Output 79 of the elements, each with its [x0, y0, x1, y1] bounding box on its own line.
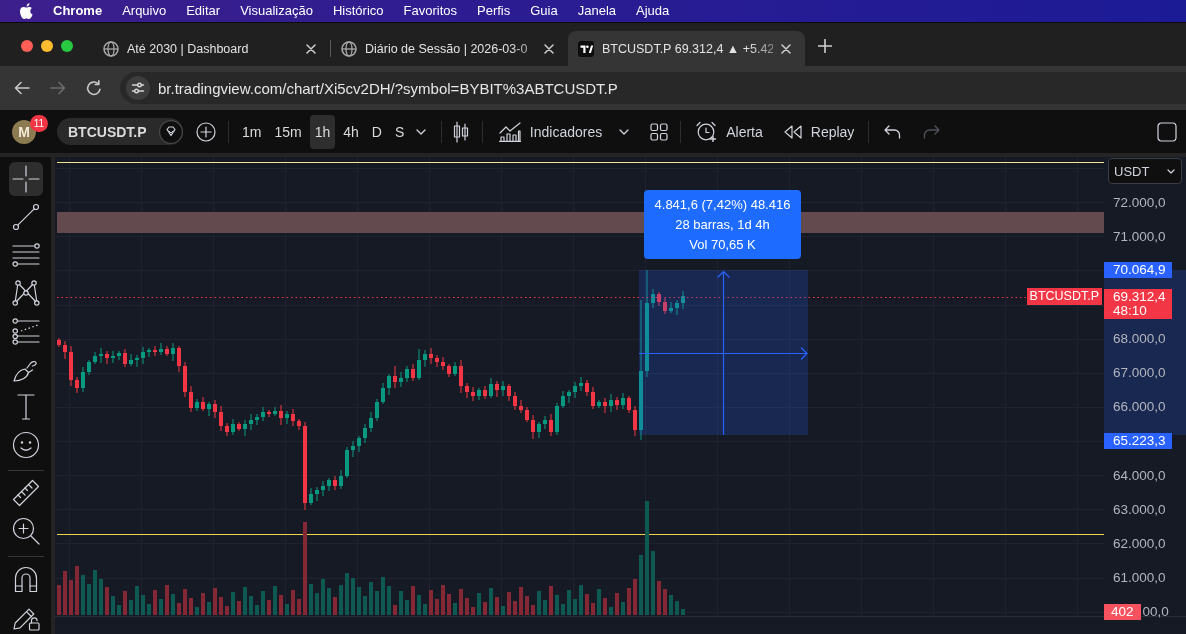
price-tag: 70.064,9: [1104, 262, 1172, 279]
alert-button[interactable]: Alerta: [696, 114, 763, 149]
tooltip-text: Vol 70,65 K: [689, 236, 756, 253]
tradingview-logo-icon: [578, 40, 594, 57]
price-label: 67.000,0: [1112, 365, 1166, 381]
globe-icon: [103, 40, 119, 57]
chart-icon: [498, 121, 521, 142]
browser-tab[interactable]: Até 2030 | Dashboard: [93, 31, 330, 66]
price-label: 62.000,0: [1112, 535, 1166, 551]
rewind-icon: [783, 124, 802, 139]
zigzag-pattern-icon: [11, 279, 40, 307]
indicators-button[interactable]: Indicadores: [498, 114, 603, 149]
undo-icon[interactable]: [884, 124, 902, 139]
address-field[interactable]: br.tradingview.com/chart/Xi5cv2DH/?symbol=BYBIT%3ABTCUSDT.P: [120, 72, 1186, 104]
chevron-down-icon[interactable]: [619, 128, 630, 135]
price-tag: 402: [1104, 603, 1141, 620]
grid-icon[interactable]: [650, 122, 669, 141]
symbol-label: BTCUSDT.P: [1026, 288, 1102, 305]
menu-item[interactable]: Perfis: [467, 0, 521, 22]
replay-button[interactable]: Replay: [783, 114, 855, 149]
menu-item[interactable]: Janela: [567, 0, 626, 22]
price-label: 71.000,0: [1112, 228, 1166, 244]
reload-icon[interactable]: [86, 80, 102, 96]
menu-item[interactable]: Histórico: [322, 0, 394, 22]
menu-item[interactable]: Guia: [520, 0, 568, 22]
globe-icon: [341, 40, 357, 57]
price-label: 61.000,0: [1112, 569, 1166, 585]
price-text: 69.312,4: [1113, 289, 1166, 305]
tooltip-text: 28 barras, 1d 4h: [675, 216, 770, 233]
price-label: 00,0: [1142, 604, 1169, 620]
tooltip-text: 4.841,6 (7,42%) 48.416: [654, 196, 791, 213]
interval-button[interactable]: S: [389, 114, 410, 149]
interval-button[interactable]: 1m: [237, 114, 267, 149]
menu-item[interactable]: Visualização: [230, 0, 323, 22]
menu-item[interactable]: Editar: [176, 0, 231, 22]
close-tab-icon[interactable]: [781, 43, 791, 54]
crosshair-icon: [11, 165, 40, 193]
chevron-down-icon[interactable]: [415, 128, 426, 135]
interval-button[interactable]: D: [366, 114, 387, 149]
app-menu[interactable]: Chrome: [43, 0, 113, 22]
apple-icon[interactable]: [20, 3, 33, 19]
sliders-icon[interactable]: [126, 76, 150, 100]
close-tab-icon[interactable]: [306, 43, 316, 54]
new-tab-icon[interactable]: [818, 38, 832, 53]
tool-button[interactable]: [8, 162, 43, 196]
plus-circle-icon[interactable]: [196, 121, 216, 142]
zoom-in-icon: [11, 517, 40, 545]
close-tab-icon[interactable]: [544, 43, 554, 54]
alarm-clock-icon: [696, 121, 718, 142]
price-label: 66.000,0: [1112, 399, 1166, 415]
candlestick-icon[interactable]: [451, 120, 470, 143]
interval-button[interactable]: 4h: [338, 114, 364, 149]
currency-dropdown[interactable]: USDT: [1108, 158, 1182, 184]
ruler-icon: [11, 479, 40, 507]
symbol-search-button[interactable]: BTCUSDT.P: [57, 118, 183, 145]
price-label: 68.000,0: [1112, 331, 1166, 347]
interval-button[interactable]: 1h: [309, 114, 336, 149]
notification-badge: 11: [30, 114, 48, 132]
close-window-icon[interactable]: [21, 39, 33, 52]
chevron-down-icon: [1167, 168, 1175, 174]
interval-button[interactable]: 15m: [269, 114, 307, 149]
price-label: 63.000,0: [1112, 501, 1166, 517]
browser-tab[interactable]: BTCUSDT.P 69.312,4 ▲ +5.42: [568, 31, 805, 66]
price-tag: 65.223,3: [1104, 432, 1172, 449]
square-icon[interactable]: [1157, 121, 1177, 142]
back-arrow-icon[interactable]: [14, 81, 30, 95]
minimize-window-icon[interactable]: [41, 39, 53, 52]
trend-line-icon: [11, 203, 40, 231]
price-label: 64.000,0: [1112, 467, 1166, 483]
zoom-window-icon[interactable]: [61, 39, 73, 52]
menu-item[interactable]: Arquivo: [112, 0, 177, 22]
price-label: 72.000,0: [1112, 194, 1166, 210]
lines-icon: [11, 317, 40, 345]
countdown-text: 48:10: [1113, 304, 1148, 320]
menu-item[interactable]: Ajuda: [626, 0, 680, 22]
browser-tab[interactable]: Diário de Sessão | 2026-03-0: [331, 31, 568, 66]
horizontal-lines-icon: [11, 241, 40, 269]
menu-item[interactable]: Favoritos: [393, 0, 467, 22]
smiley-icon: [11, 431, 40, 459]
